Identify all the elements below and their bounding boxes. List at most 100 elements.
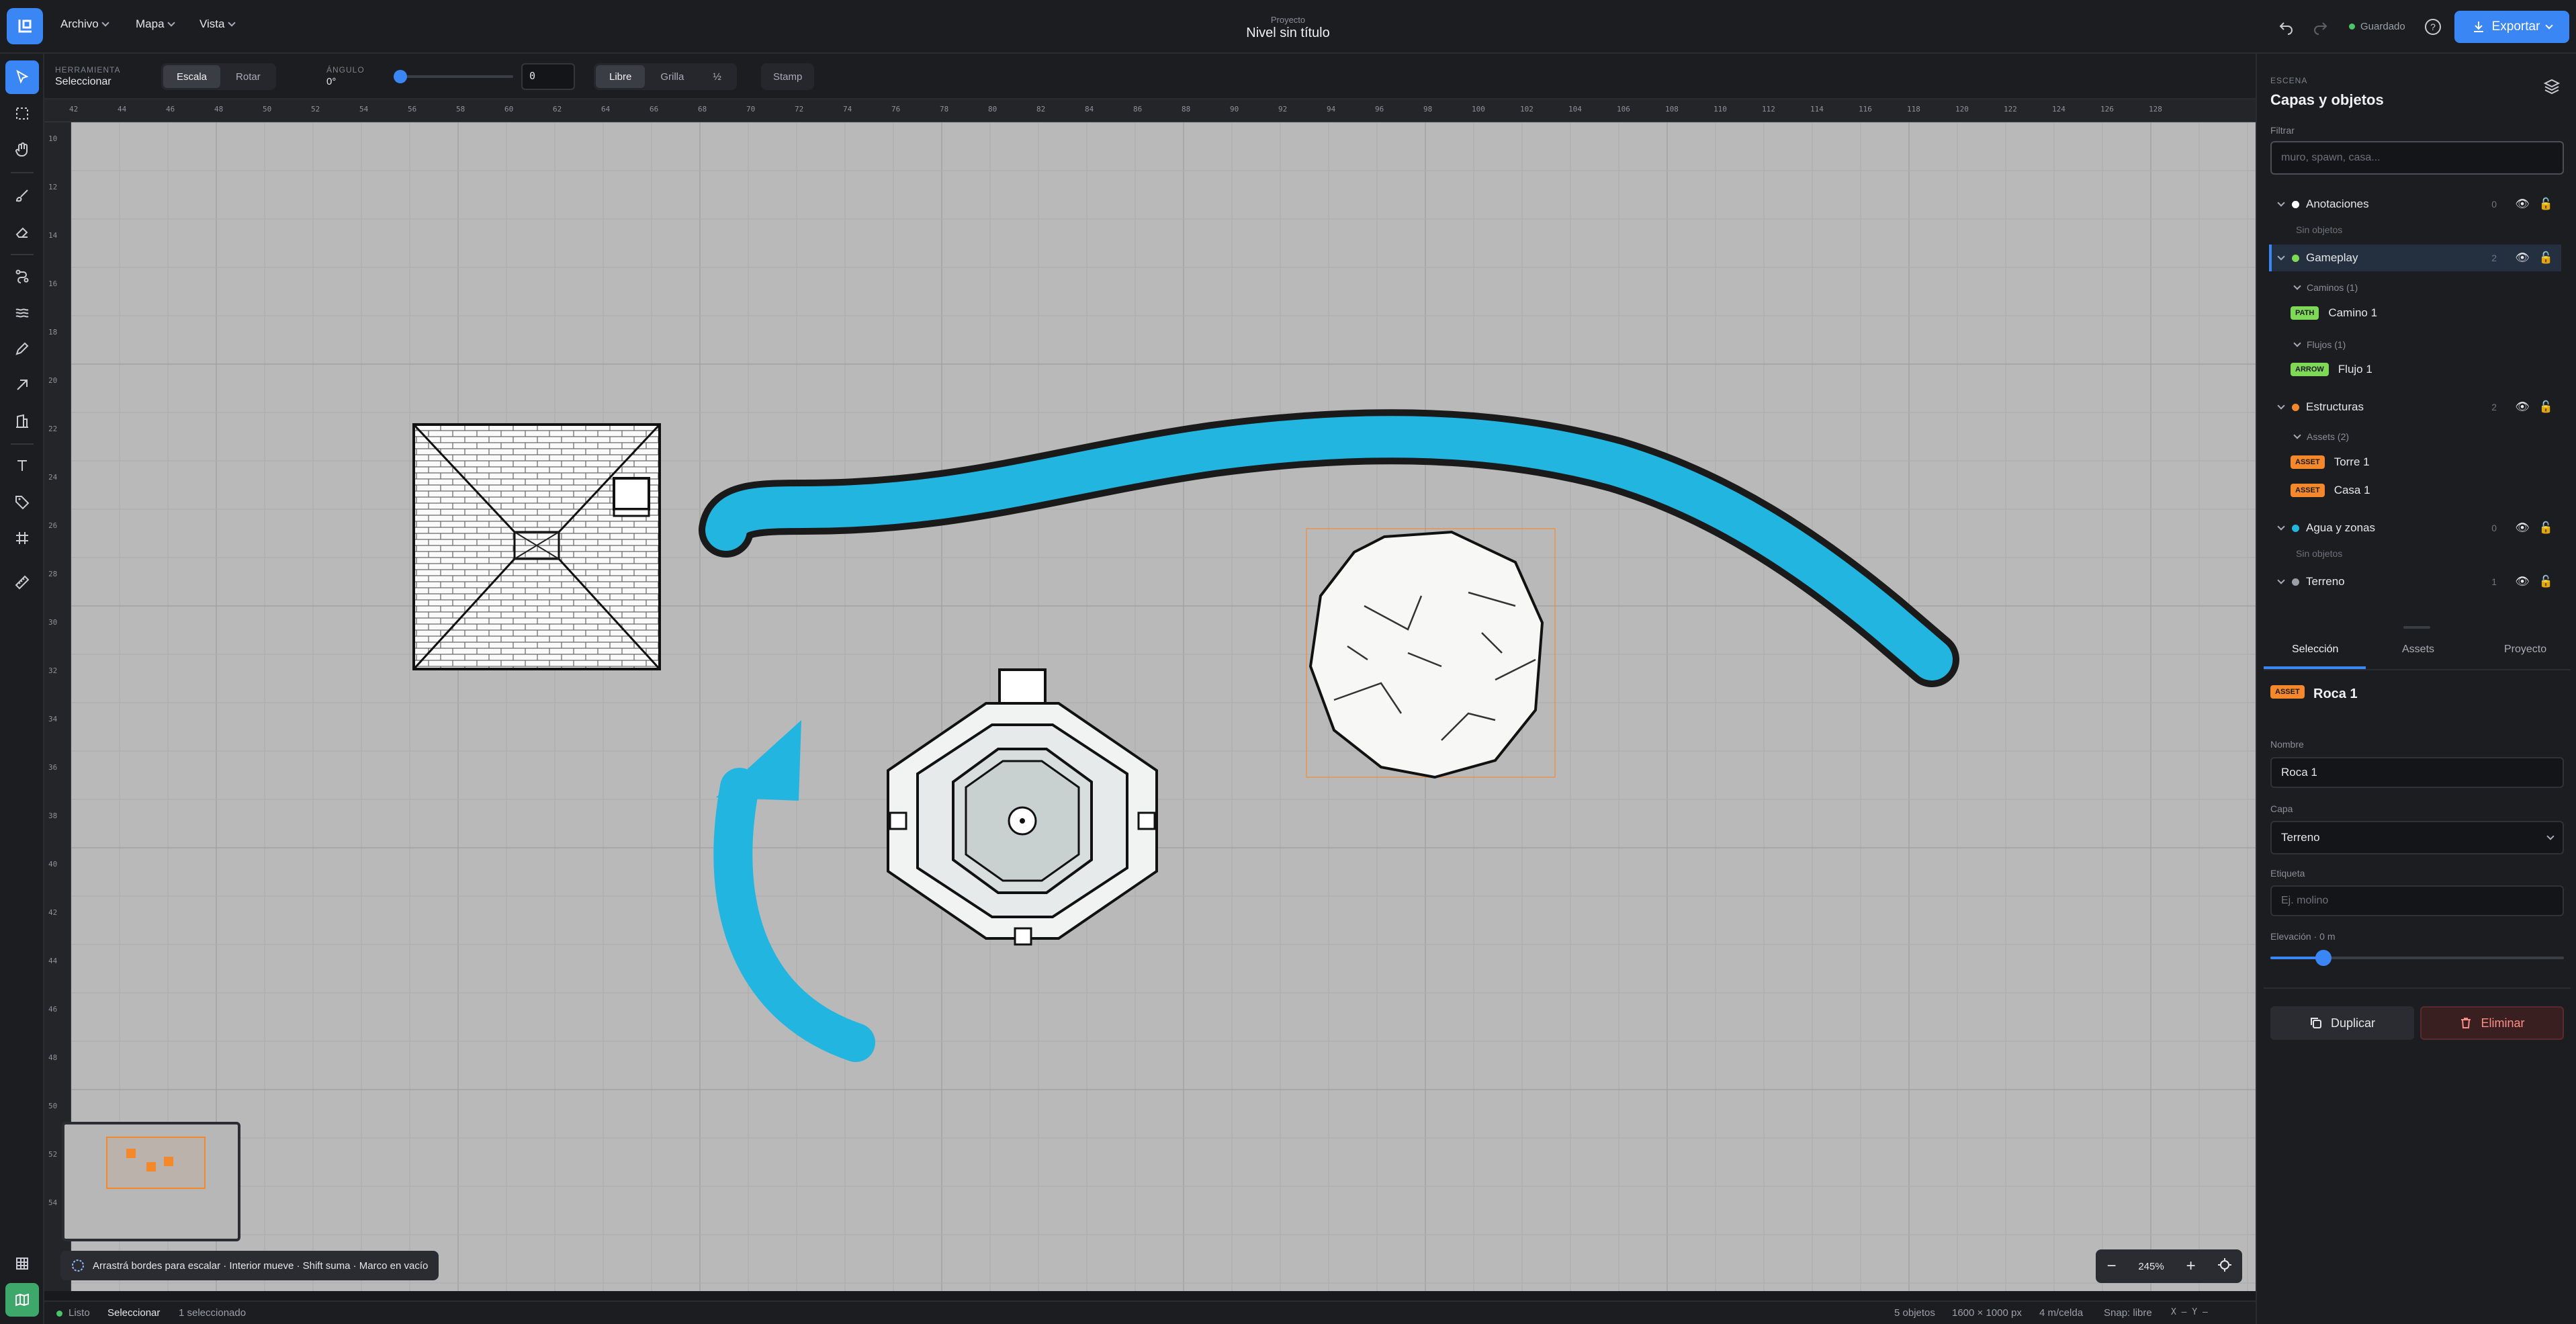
- toolbar-divider: [11, 443, 34, 445]
- layer-color-dot: [2292, 200, 2299, 208]
- text-tool[interactable]: [5, 449, 39, 482]
- angle-input[interactable]: 0: [521, 63, 575, 90]
- group-flujos[interactable]: Flujos (1): [2293, 339, 2346, 350]
- layer-select[interactable]: Terreno: [2270, 821, 2564, 854]
- eye-icon[interactable]: 👁: [2515, 251, 2530, 265]
- elevation-slider-thumb[interactable]: [2315, 950, 2331, 966]
- ruler-tick-label: 80: [988, 105, 997, 114]
- mode-rotar[interactable]: Rotar: [222, 65, 274, 88]
- object-camino-1[interactable]: PATH Camino 1: [2291, 306, 2377, 320]
- building-tool[interactable]: [5, 404, 39, 438]
- ruler-tick-label: 64: [601, 105, 611, 114]
- arrow-tool[interactable]: [5, 368, 39, 402]
- tab-proyecto[interactable]: Proyecto: [2504, 644, 2546, 656]
- export-button[interactable]: Exportar: [2454, 11, 2569, 43]
- vertical-ruler: 10 12 14 16 18 20 22 24 26 28 30 32 34 36 38 40 42 44 46 48…: [44, 122, 71, 1291]
- undo-icon[interactable]: [2277, 17, 2296, 36]
- measure-tool[interactable]: [5, 566, 39, 599]
- layers-icon[interactable]: [2543, 78, 2561, 99]
- name-input[interactable]: Roca 1: [2270, 757, 2564, 788]
- crosshair-icon: [2217, 1258, 2231, 1272]
- delete-button[interactable]: Eliminar: [2420, 1006, 2564, 1040]
- minimap-viewport[interactable]: [106, 1137, 206, 1189]
- filter-input[interactable]: muro, spawn, casa...: [2270, 141, 2564, 175]
- layer-terreno[interactable]: Terreno 1 👁 🔓: [2269, 568, 2561, 595]
- water-tool[interactable]: [5, 296, 39, 329]
- tag-tool[interactable]: [5, 485, 39, 519]
- lock-icon[interactable]: 🔓: [2539, 400, 2553, 414]
- layer-estructuras[interactable]: Estructuras 2 👁 🔓: [2269, 394, 2561, 421]
- zoom-out-button[interactable]: −: [2106, 1257, 2116, 1276]
- eye-icon[interactable]: 👁: [2515, 197, 2530, 211]
- object-torre-1[interactable]: ASSET Torre 1: [2291, 455, 2370, 469]
- svg-text:?: ?: [2430, 21, 2436, 32]
- angle-slider[interactable]: [399, 75, 513, 78]
- snap-grilla[interactable]: Grilla: [647, 65, 697, 88]
- stamp-button[interactable]: Stamp: [761, 63, 815, 90]
- eye-icon[interactable]: 👁: [2515, 521, 2530, 535]
- lock-icon[interactable]: 🔓: [2539, 251, 2553, 265]
- ruler-tick-label: 112: [1762, 105, 1775, 114]
- ruler-tick-label: 118: [1907, 105, 1920, 114]
- pan-tool[interactable]: [5, 133, 39, 167]
- object-flujo-1[interactable]: ARROW Flujo 1: [2291, 363, 2372, 376]
- eraser-tool[interactable]: [5, 215, 39, 249]
- object-casa-1[interactable]: ASSET Casa 1: [2291, 484, 2370, 497]
- chevron-down-icon: [2545, 21, 2554, 30]
- zoom-in-button[interactable]: +: [2186, 1257, 2196, 1276]
- recenter-button[interactable]: [2217, 1258, 2231, 1274]
- select-tool[interactable]: [5, 60, 39, 94]
- tool-kicker: HERRAMIENTA: [55, 65, 121, 75]
- angle-slider-thumb[interactable]: [394, 70, 407, 83]
- panel-resize-handle[interactable]: [2403, 626, 2430, 629]
- pen-tool[interactable]: [5, 332, 39, 365]
- lock-icon[interactable]: 🔓: [2539, 521, 2553, 535]
- ruler-tick-label: 58: [456, 105, 465, 114]
- tab-assets[interactable]: Assets: [2402, 644, 2434, 656]
- duplicate-button[interactable]: Duplicar: [2270, 1006, 2414, 1040]
- ruler-tick-label: 82: [1036, 105, 1046, 114]
- snap-libre[interactable]: Libre: [596, 65, 646, 88]
- ruler-tick-label: 12: [48, 183, 58, 191]
- help-icon[interactable]: ?: [2424, 17, 2442, 36]
- ruler-tick-label: 92: [1278, 105, 1288, 114]
- minimap[interactable]: [62, 1122, 240, 1241]
- chevron-down-icon: [2277, 576, 2285, 584]
- lock-icon[interactable]: 🔓: [2539, 575, 2553, 588]
- zoom-level[interactable]: 245%: [2138, 1261, 2164, 1272]
- canvas-grid: [71, 122, 2256, 1291]
- project-title[interactable]: Nivel sin título: [0, 26, 2576, 41]
- eye-icon[interactable]: 👁: [2515, 575, 2530, 588]
- chevron-down-icon: [2277, 253, 2285, 261]
- toolbar-divider: [11, 254, 34, 255]
- brush-tool[interactable]: [5, 179, 39, 212]
- chevron-down-icon: [2546, 832, 2555, 840]
- group-assets[interactable]: Assets (2): [2293, 431, 2349, 442]
- map-toggle[interactable]: [5, 1283, 39, 1317]
- ruler-tick-label: 10: [48, 134, 58, 143]
- tag-input[interactable]: Ej. molino: [2270, 885, 2564, 916]
- layer-anotaciones[interactable]: Anotaciones 0 👁 🔓: [2269, 191, 2561, 218]
- snap-half[interactable]: ½: [699, 65, 735, 88]
- toolbar-divider: [11, 172, 34, 173]
- ruler-tick-label: 28: [48, 570, 58, 578]
- path-chip: PATH: [2291, 306, 2319, 320]
- crop-tool[interactable]: [5, 521, 39, 555]
- redo-icon[interactable]: [2311, 17, 2329, 36]
- marquee-tool[interactable]: [5, 97, 39, 130]
- grid-toggle[interactable]: [5, 1247, 39, 1280]
- layer-color-dot: [2292, 578, 2299, 586]
- ruler-tick-label: 60: [504, 105, 514, 114]
- ruler-tick-label: 94: [1327, 105, 1336, 114]
- path-tool[interactable]: [5, 259, 39, 293]
- eye-icon[interactable]: 👁: [2515, 400, 2530, 414]
- group-caminos[interactable]: Caminos (1): [2293, 282, 2358, 293]
- mode-escala[interactable]: Escala: [163, 65, 221, 88]
- pointer-icon: [16, 69, 29, 84]
- ruler-tick-label: 46: [48, 1005, 58, 1014]
- map-canvas[interactable]: [71, 122, 2256, 1291]
- lock-icon[interactable]: 🔓: [2539, 197, 2553, 211]
- tab-seleccion[interactable]: Selección: [2292, 644, 2338, 656]
- layer-agua-y-zonas[interactable]: Agua y zonas 0 👁 🔓: [2269, 515, 2561, 541]
- layer-gameplay[interactable]: Gameplay 2 👁 🔓: [2269, 245, 2561, 271]
